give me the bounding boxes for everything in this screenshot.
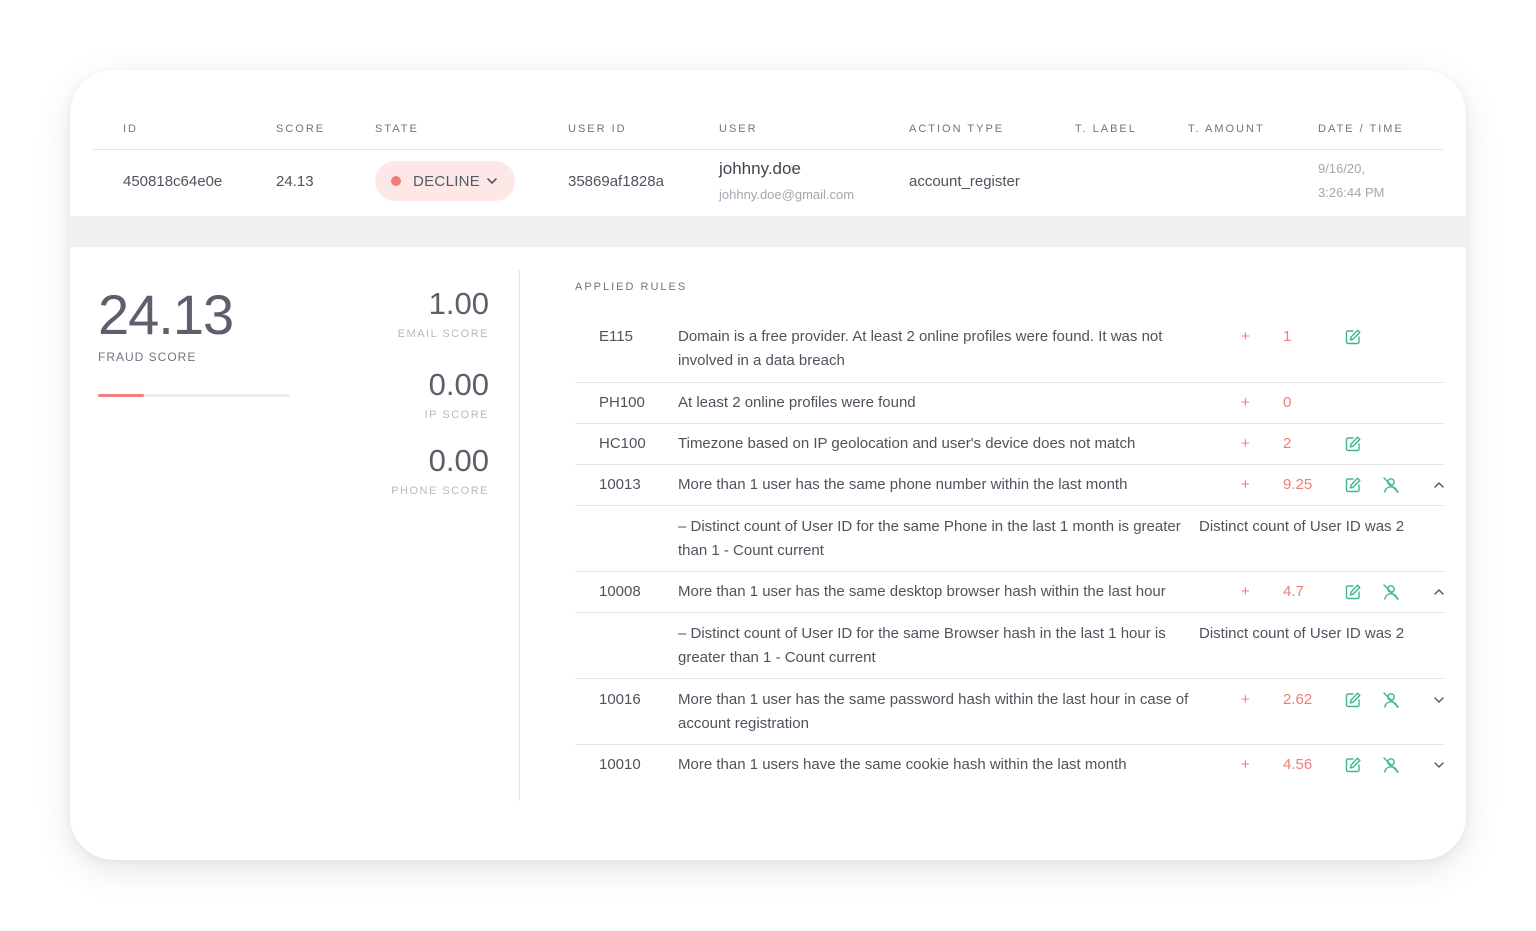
applied-rules-list: E115 Domain is a free provider. At least…: [575, 314, 1444, 786]
ip-score-label: IP SCORE: [424, 409, 489, 421]
ip-score: 0.00 IP SCORE: [425, 367, 489, 421]
rule-code: 10008: [599, 583, 641, 600]
header-user: USER: [719, 123, 758, 135]
chevron-up-icon[interactable]: [1432, 478, 1446, 492]
rule-sign: +: [1241, 435, 1250, 452]
rule-points: 0: [1283, 394, 1292, 411]
rule-detail-condition: – Distinct count of User ID for the same…: [678, 625, 1166, 666]
rule-sign: +: [1241, 476, 1250, 493]
edit-icon[interactable]: [1344, 476, 1362, 494]
rule-code: HC100: [599, 435, 646, 452]
rule-detail-result: Distinct count of User ID was 2: [1199, 625, 1405, 642]
email-score-label: EMAIL SCORE: [397, 328, 489, 340]
rule-description: More than 1 user has the same desktop br…: [678, 583, 1166, 600]
cell-score: 24.13: [276, 173, 314, 190]
edit-icon[interactable]: [1344, 756, 1362, 774]
rule-sign: +: [1241, 756, 1250, 773]
chevron-down-icon: [487, 178, 497, 184]
phone-score-value: 0.00: [428, 443, 489, 478]
rule-points: 4.56: [1283, 756, 1313, 773]
block-user-icon[interactable]: [1382, 691, 1400, 709]
rule-sign: +: [1241, 583, 1250, 600]
chevron-down-icon[interactable]: [1432, 758, 1446, 772]
email-score: 1.00 EMAIL SCORE: [398, 286, 489, 340]
block-user-icon[interactable]: [1382, 756, 1400, 774]
header-score: SCORE: [276, 123, 326, 135]
rule-code: 10010: [599, 756, 641, 773]
rule-code: PH100: [599, 394, 645, 411]
header-state: STATE: [375, 123, 419, 135]
rule-description: More than 1 users have the same cookie h…: [678, 756, 1127, 773]
rule-row[interactable]: 10008 More than 1 user has the same desk…: [575, 572, 1444, 613]
ip-score-value: 0.00: [428, 367, 489, 402]
rule-description: More than 1 user has the same password h…: [678, 691, 1189, 732]
cell-date-time: 9/16/20, 3:26:44 PM: [1318, 157, 1385, 205]
fraud-score-value: 24.13: [98, 283, 234, 346]
chevron-up-icon[interactable]: [1432, 585, 1446, 599]
fraud-score-label: FRAUD SCORE: [98, 350, 197, 364]
chevron-down-icon[interactable]: [1432, 693, 1446, 707]
panel-divider: [519, 270, 520, 801]
date-text: 9/16/20,: [1318, 161, 1365, 176]
cell-id: 450818c64e0e: [123, 173, 223, 190]
rule-sign: +: [1241, 328, 1250, 345]
rule-row: E115 Domain is a free provider. At least…: [575, 314, 1444, 383]
fraud-score-bar: [98, 394, 290, 397]
rule-description: More than 1 user has the same phone numb…: [678, 476, 1128, 493]
rule-points: 9.25: [1283, 476, 1313, 493]
time-text: 3:26:44 PM: [1318, 185, 1385, 200]
header-id: ID: [123, 123, 138, 135]
rule-row: PH100 At least 2 online profiles were fo…: [575, 383, 1444, 424]
table-header: ID SCORE STATE USER ID USER ACTION TYPE …: [93, 120, 1443, 150]
block-user-icon[interactable]: [1382, 476, 1400, 494]
rule-sign: +: [1241, 394, 1250, 411]
fraud-score-bar-fill: [98, 394, 145, 397]
rule-points: 2.62: [1283, 691, 1313, 708]
transaction-card: ID SCORE STATE USER ID USER ACTION TYPE …: [70, 70, 1466, 860]
section-divider: [70, 216, 1466, 247]
rule-code: E115: [599, 328, 633, 345]
edit-icon[interactable]: [1344, 583, 1362, 601]
email-score-value: 1.00: [428, 286, 489, 321]
rule-row[interactable]: 10013 More than 1 user has the same phon…: [575, 465, 1444, 506]
user-email: johhny.doe@gmail.com: [719, 187, 855, 202]
rule-description: Domain is a free provider. At least 2 on…: [678, 328, 1163, 369]
state-dropdown[interactable]: DECLINE: [375, 161, 515, 201]
rule-code: 10013: [599, 476, 641, 493]
rule-detail-row: – Distinct count of User ID for the same…: [575, 613, 1444, 679]
header-t-amount: T. AMOUNT: [1188, 123, 1265, 135]
rule-description: Timezone based on IP geolocation and use…: [678, 435, 1136, 452]
rule-points: 4.7: [1283, 583, 1304, 600]
edit-icon[interactable]: [1344, 691, 1362, 709]
header-date-time: DATE / TIME: [1318, 123, 1404, 135]
phone-score: 0.00 PHONE SCORE: [391, 443, 489, 497]
rule-detail-result: Distinct count of User ID was 2: [1199, 518, 1405, 535]
header-user-id: USER ID: [568, 123, 627, 135]
rule-row[interactable]: 10010 More than 1 users have the same co…: [575, 745, 1444, 786]
cell-user: johhny.doe johhny.doe@gmail.com: [719, 159, 854, 202]
header-action-type: ACTION TYPE: [909, 123, 1005, 135]
table-row[interactable]: 450818c64e0e 24.13 DECLINE 35869af1828a …: [93, 151, 1443, 215]
cell-action-type: account_register: [909, 173, 1020, 190]
rule-detail-row: – Distinct count of User ID for the same…: [575, 506, 1444, 572]
rule-points: 1: [1283, 328, 1292, 345]
rule-row: HC100 Timezone based on IP geolocation a…: [575, 424, 1444, 465]
rule-code: 10016: [599, 691, 641, 708]
phone-score-label: PHONE SCORE: [391, 485, 489, 497]
edit-icon[interactable]: [1344, 435, 1362, 453]
block-user-icon[interactable]: [1382, 583, 1400, 601]
rule-description: At least 2 online profiles were found: [678, 394, 916, 411]
rule-points: 2: [1283, 435, 1292, 452]
status-dot: [391, 176, 401, 186]
rule-row[interactable]: 10016 More than 1 user has the same pass…: [575, 679, 1444, 745]
rule-sign: +: [1241, 691, 1250, 708]
rule-detail-condition: – Distinct count of User ID for the same…: [678, 518, 1181, 559]
applied-rules-title: APPLIED RULES: [575, 281, 688, 293]
edit-icon[interactable]: [1344, 328, 1362, 346]
header-t-label: T. LABEL: [1075, 123, 1137, 135]
state-label: DECLINE: [413, 172, 481, 190]
user-name: johhny.doe: [719, 159, 801, 178]
cell-user-id: 35869af1828a: [568, 173, 664, 190]
